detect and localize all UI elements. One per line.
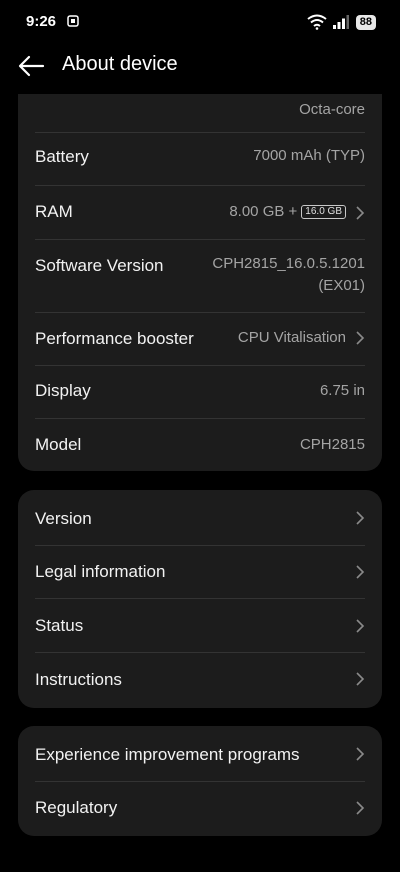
regulatory-row[interactable]: Regulatory (35, 781, 365, 836)
display-value: 6.75 in (319, 382, 365, 399)
processor-value: Octa-core (299, 101, 365, 118)
status-label: Status (35, 616, 84, 635)
status-bar: 9:26 88 (0, 0, 400, 44)
battery-label: Battery (35, 147, 89, 166)
software-version-row: Software Version CPH2815_16.0.5.1201 (EX… (35, 240, 365, 313)
device-specs-card: Octa-core Battery 7000 mAh (TYP) RAM 8.0… (18, 40, 382, 471)
performance-booster-value: CPU Vitalisation (237, 329, 346, 346)
page-title: About device (62, 53, 178, 75)
chevron-right-icon (356, 206, 365, 220)
software-version-value-line1: CPH2815_16.0.5.1201 (212, 255, 365, 272)
status-icons: 88 (307, 14, 376, 30)
programs-card: Experience improvement programs Regulato… (18, 726, 382, 836)
cellular-signal-icon (332, 15, 349, 29)
status-row[interactable]: Status (35, 599, 365, 653)
experience-improvement-programs-label: Experience improvement programs (35, 745, 300, 764)
battery-value: 7000 mAh (TYP) (253, 147, 365, 164)
display-row: Display 6.75 in (35, 365, 365, 419)
version-row[interactable]: Version (35, 490, 365, 546)
ram-row[interactable]: RAM 8.00 GB +16.0 GB (35, 186, 365, 240)
chevron-right-icon (356, 801, 365, 815)
chevron-right-icon (356, 619, 365, 633)
ram-value: 8.00 GB +16.0 GB (229, 203, 346, 220)
ram-base-value: 8.00 GB + (229, 203, 298, 220)
chevron-right-icon (356, 565, 365, 579)
performance-booster-label: Performance booster (35, 329, 194, 348)
ram-expansion-badge: 16.0 GB (301, 205, 346, 219)
software-version-value-line2: (EX01) (318, 277, 365, 294)
regulatory-label: Regulatory (35, 798, 118, 817)
back-arrow-icon[interactable] (17, 54, 45, 78)
device-info-card: Version Legal information Status Instruc… (18, 490, 382, 708)
display-label: Display (35, 381, 91, 400)
instructions-label: Instructions (35, 670, 122, 689)
battery-row: Battery 7000 mAh (TYP) (35, 132, 365, 186)
legal-information-row[interactable]: Legal information (35, 545, 365, 599)
software-version-label: Software Version (35, 256, 164, 275)
chevron-right-icon (356, 672, 365, 686)
wifi-icon (307, 14, 327, 30)
model-value: CPH2815 (299, 436, 365, 453)
app-notification-icon (67, 15, 79, 27)
instructions-row[interactable]: Instructions (35, 652, 365, 708)
model-row: Model CPH2815 (35, 418, 365, 471)
version-label: Version (35, 509, 92, 528)
chevron-right-icon (356, 511, 365, 525)
performance-booster-row[interactable]: Performance booster CPU Vitalisation (35, 312, 365, 366)
chevron-right-icon (356, 331, 365, 345)
ram-label: RAM (35, 202, 73, 221)
experience-improvement-programs-row[interactable]: Experience improvement programs (35, 726, 365, 782)
model-label: Model (35, 435, 82, 454)
battery-level-badge: 88 (355, 14, 376, 30)
status-time: 9:26 (26, 13, 57, 30)
legal-information-label: Legal information (35, 562, 166, 581)
app-header: About device (0, 44, 400, 94)
chevron-right-icon (356, 747, 365, 761)
